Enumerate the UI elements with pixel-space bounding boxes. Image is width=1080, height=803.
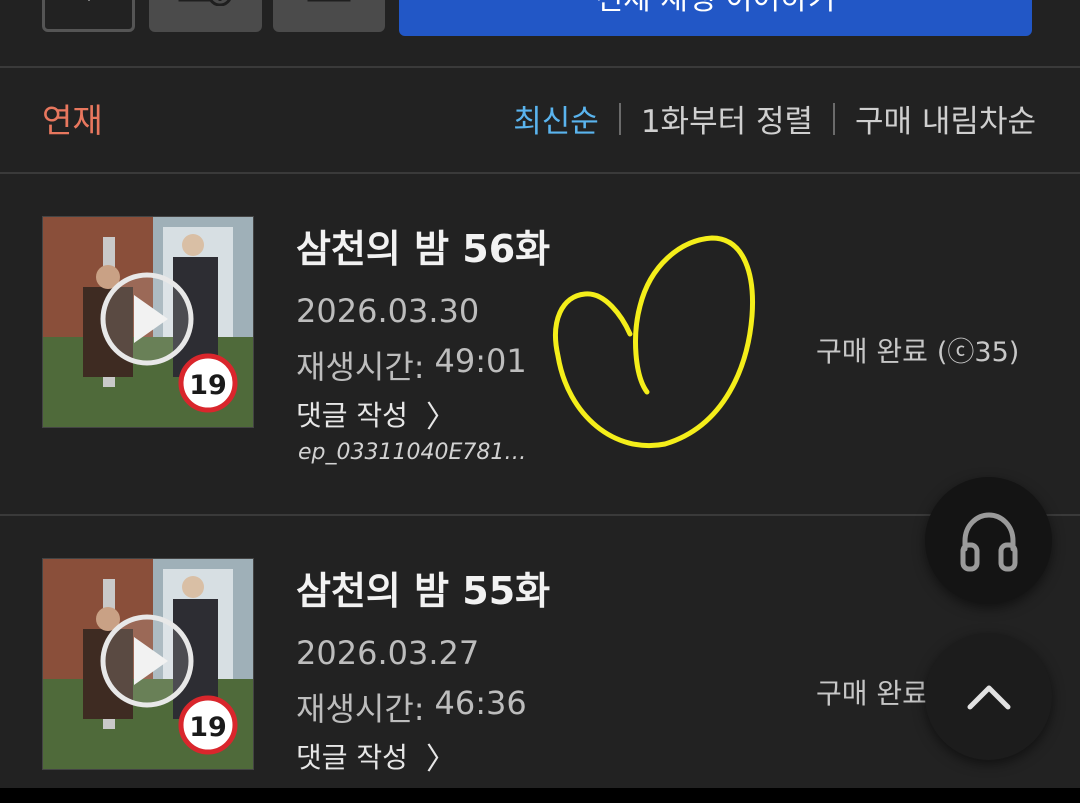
playlist-add-icon (178, 0, 231, 6)
write-comment-link[interactable]: 댓글 작성 〉 (296, 734, 456, 778)
play-duration: 재생시간: 46:36 (296, 684, 527, 730)
divider (833, 102, 836, 135)
duration-value: 46:36 (434, 684, 527, 722)
age-rating-badge: 19 (178, 695, 238, 755)
episode-thumbnail[interactable]: 19 (42, 216, 254, 428)
add-to-list-button[interactable] (149, 0, 262, 32)
age-rating-badge: 19 (178, 353, 238, 413)
duration-label: 재생시간: (296, 690, 425, 728)
age-rating-text: 19 (189, 712, 227, 743)
purchase-status-label: 구매 완료 (816, 335, 928, 368)
purchase-status-label: 구매 완료 (816, 677, 928, 710)
chevron-right-icon: 〉 (425, 400, 456, 435)
comment-label: 댓글 작성 (296, 741, 408, 774)
sort-latest[interactable]: 최신순 (513, 96, 599, 141)
play-icon (100, 614, 194, 708)
sort-purchase-desc[interactable]: 구매 내림차순 (855, 96, 1036, 141)
scroll-to-top-button[interactable] (925, 633, 1052, 760)
release-date: 2026.03.30 (296, 292, 480, 330)
sort-first-episode[interactable]: 1화부터 정렬 (641, 96, 813, 141)
write-comment-link[interactable]: 댓글 작성 〉 (296, 392, 456, 436)
heart-annotation (553, 235, 755, 448)
list-icon (307, 0, 351, 2)
chevron-right-icon: 〉 (425, 742, 456, 777)
headphones-icon (960, 511, 1017, 571)
download-button[interactable] (42, 0, 135, 32)
episode-row[interactable]: 19 삼천의 밤 55화 2026.03.27 재생시간: 46:36 댓글 작… (0, 516, 1080, 803)
comment-label: 댓글 작성 (296, 399, 408, 432)
cover-art-image: 19 (43, 559, 253, 769)
episode-title: 삼천의 밤 55화 (296, 569, 551, 613)
divider (618, 102, 621, 135)
chevron-up-icon (967, 685, 1010, 709)
select-button[interactable] (273, 0, 385, 32)
download-icon (87, 0, 90, 1)
age-rating-text: 19 (189, 370, 227, 401)
episode-toolbar: 전체 재생 이어하기 (0, 0, 1080, 68)
duration-label: 재생시간: (296, 348, 425, 386)
purchase-status: 구매 완료 (816, 672, 928, 712)
play-icon (100, 272, 194, 366)
bottom-edge (0, 788, 1080, 803)
cover-art-image: 19 (43, 217, 253, 427)
audio-player-button[interactable] (925, 477, 1052, 604)
purchase-price: (ⓒ35) (936, 337, 1020, 368)
release-date: 2026.03.27 (296, 634, 480, 672)
duration-value: 49:01 (434, 342, 527, 380)
episode-title: 삼천의 밤 56화 (296, 227, 551, 271)
episode-id: ep_03311040E78160... (298, 440, 530, 465)
purchase-status: 구매 완료 (ⓒ35) (816, 330, 1019, 370)
play-duration: 재생시간: 49:01 (296, 342, 527, 388)
play-all-button[interactable]: 전체 재생 이어하기 (399, 0, 1032, 36)
play-all-label: 전체 재생 이어하기 (596, 0, 836, 17)
sort-options: 최신순 1화부터 정렬 구매 내림차순 (513, 96, 1036, 141)
sort-bar: 연재 최신순 1화부터 정렬 구매 내림차순 (0, 68, 1080, 174)
section-label: 연재 (42, 101, 103, 140)
episode-thumbnail[interactable]: 19 (42, 558, 254, 770)
